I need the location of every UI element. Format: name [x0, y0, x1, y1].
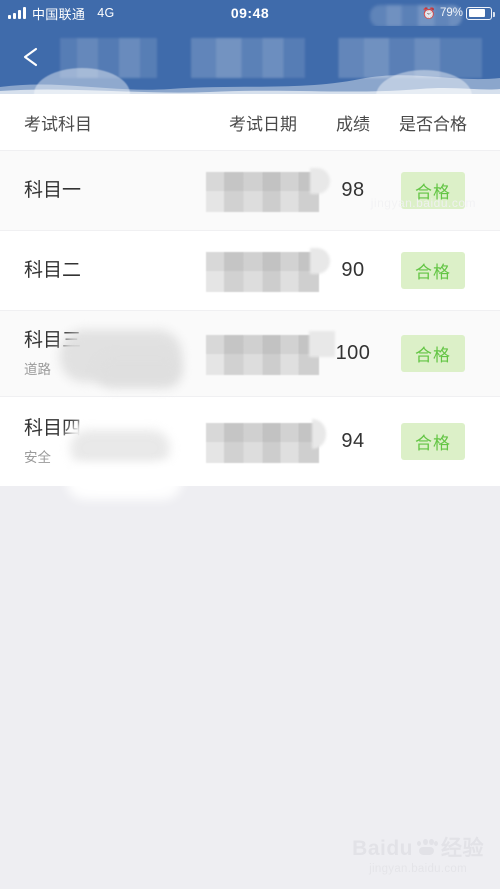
cell-date	[204, 419, 322, 465]
date-blur-overlay	[206, 422, 319, 463]
chevron-left-icon	[21, 46, 41, 68]
cell-subject: 科目四 安全	[24, 417, 204, 466]
table-row[interactable]: 科目三 道路 100 合格	[0, 310, 500, 396]
watermark-brand-label: Baidu	[352, 837, 413, 860]
cell-subject: 科目一	[24, 179, 204, 203]
subject-name: 科目二	[24, 259, 82, 281]
column-header-subject: 考试科目	[24, 114, 92, 134]
cell-score: 100	[335, 342, 371, 364]
paw-print-icon	[416, 839, 438, 855]
table-header-row: 考试科目 考试日期 成绩 是否合格	[0, 94, 500, 150]
table-row[interactable]: 科目一 98 合格	[0, 150, 500, 230]
date-blur-overlay	[206, 171, 319, 212]
cell-score: 94	[341, 430, 365, 452]
status-badge: 合格	[401, 423, 465, 460]
battery-percent-label: 79%	[439, 7, 463, 19]
subject-subtitle: 安全	[24, 449, 51, 465]
cell-pass: 合格	[384, 335, 482, 372]
cell-subject: 科目二	[24, 259, 204, 283]
subject-subtitle: 道路	[24, 361, 51, 377]
alarm-clock-icon: ⏰	[422, 7, 436, 20]
cell-score: 98	[341, 179, 365, 201]
subject-name: 科目一	[24, 179, 82, 201]
cell-pass: 合格	[384, 172, 482, 209]
watermark-brand-cn: 经验	[441, 837, 484, 860]
date-blur-overlay	[206, 334, 319, 375]
status-badge: 合格	[401, 252, 465, 289]
column-header-pass: 是否合格	[399, 114, 467, 134]
status-bar: 中国联通 4G 09:48 ⏰ 79%	[0, 0, 500, 27]
watermark: Baidu 经验 jingyan.baidu.com	[352, 832, 484, 875]
subject-name: 科目三	[24, 330, 82, 352]
table-row[interactable]: 科目四 安全 94 合格	[0, 396, 500, 486]
status-badge: 合格	[401, 335, 465, 372]
watermark-url: jingyan.baidu.com	[369, 863, 467, 875]
watermark-brand: Baidu 经验	[352, 832, 484, 862]
cell-date	[204, 331, 322, 377]
subject-name: 科目四	[24, 418, 82, 440]
cell-score: 90	[341, 259, 365, 281]
date-blur-overlay	[206, 251, 319, 292]
results-table: 考试科目 考试日期 成绩 是否合格 科目一 98 合格 科目二 90 合格 科目…	[0, 94, 500, 486]
status-bar-right: ⏰ 79%	[370, 4, 500, 27]
cell-pass: 合格	[384, 252, 482, 289]
cell-date	[204, 168, 322, 214]
cell-pass: 合格	[384, 423, 482, 460]
table-row[interactable]: 科目二 90 合格	[0, 230, 500, 310]
column-header-date: 考试日期	[229, 114, 297, 134]
cell-subject: 科目三 道路	[24, 329, 204, 378]
battery-icon	[466, 6, 495, 20]
cell-date	[204, 248, 322, 294]
navigation-bar	[0, 26, 500, 94]
column-header-score: 成绩	[336, 114, 370, 134]
status-badge: 合格	[401, 172, 465, 209]
